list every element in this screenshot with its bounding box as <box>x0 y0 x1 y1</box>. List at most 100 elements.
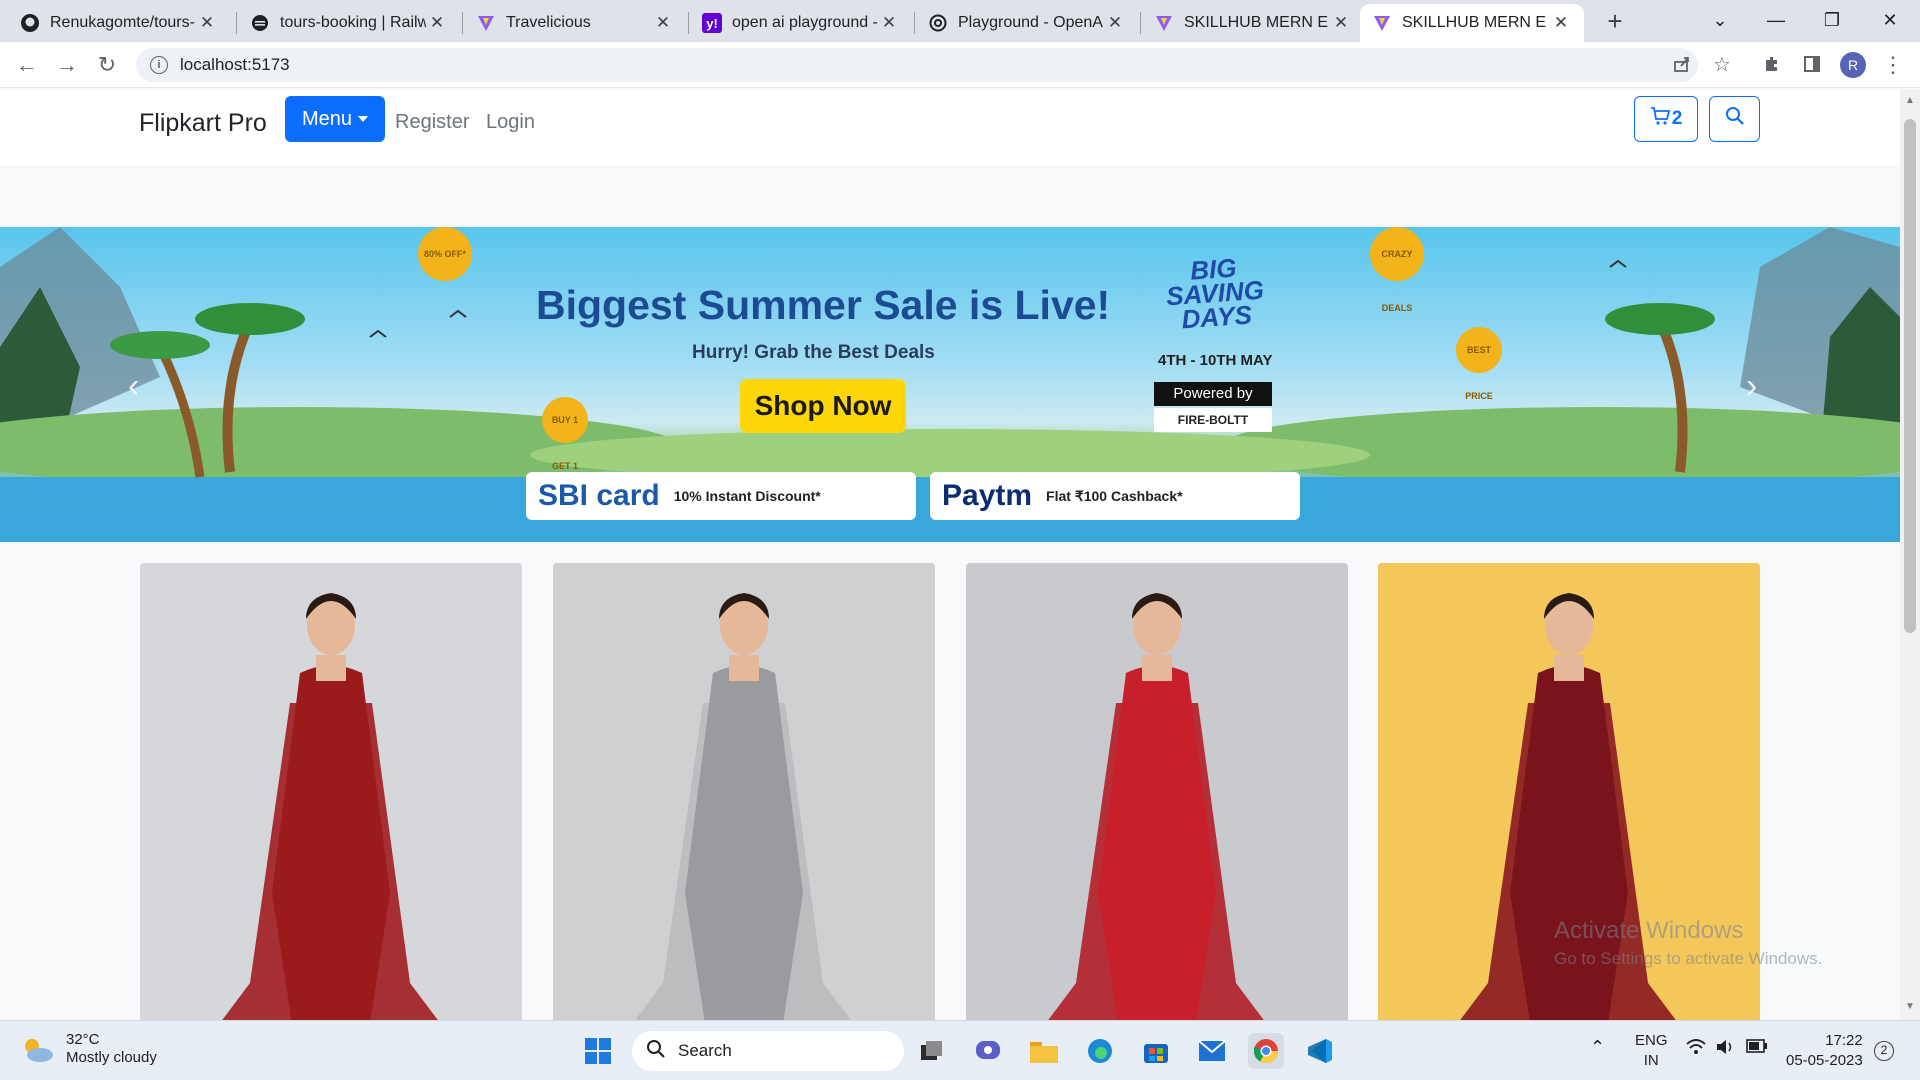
task-view-icon[interactable] <box>914 1033 950 1069</box>
shop-now-button[interactable]: Shop Now <box>740 379 906 433</box>
vite-icon <box>1154 13 1174 33</box>
teams-chat-icon[interactable] <box>970 1033 1006 1069</box>
sbi-offer-text: 10% Instant Discount* <box>673 488 821 504</box>
volume-icon[interactable] <box>1716 1039 1736 1059</box>
restore-icon[interactable]: ❐ <box>1804 0 1860 42</box>
cart-button[interactable]: 2 <box>1634 96 1698 142</box>
windows-start-icon[interactable] <box>580 1033 616 1069</box>
menu-dropdown-button[interactable]: Menu <box>285 96 385 142</box>
mail-icon[interactable] <box>1194 1033 1230 1069</box>
product-card[interactable] <box>966 563 1348 1020</box>
battery-icon[interactable] <box>1746 1039 1768 1057</box>
page-content: Flipkart Pro Menu Register Login 2 80% O… <box>0 89 1900 1020</box>
close-tab-icon[interactable]: ✕ <box>878 13 900 33</box>
sbi-offer-strip: SBI card 10% Instant Discount* <box>526 472 916 520</box>
carousel-next-icon[interactable]: › <box>1746 367 1757 406</box>
share-icon[interactable] <box>1666 48 1698 80</box>
vscode-icon[interactable] <box>1302 1033 1338 1069</box>
hero-carousel[interactable]: 80% OFF* CRAZY DEALS BUY 1 GET 1 BEST PR… <box>0 227 1900 542</box>
product-image <box>553 563 935 1020</box>
extensions-icon[interactable] <box>1756 48 1788 80</box>
tab-divider <box>1140 12 1141 34</box>
windows-taskbar: 32°C Mostly cloudy Search ⌃ ENG IN 17:22… <box>0 1020 1920 1080</box>
product-card[interactable] <box>140 563 522 1020</box>
forward-icon[interactable]: → <box>52 50 82 80</box>
chrome-icon[interactable] <box>1248 1033 1284 1069</box>
scrollbar-thumb[interactable] <box>1904 119 1916 633</box>
brand-logo[interactable]: Flipkart Pro <box>139 109 267 138</box>
url-text[interactable]: localhost:5173 <box>180 55 290 75</box>
neck-shape <box>1554 655 1584 681</box>
product-image <box>140 563 522 1020</box>
edge-browser-icon[interactable] <box>1082 1033 1118 1069</box>
paytm-logo: Paytm <box>942 479 1033 512</box>
scroll-down-icon[interactable]: ▼ <box>1905 1001 1915 1012</box>
browser-toolbar: ← → ↻ i localhost:5173 ☆ <box>0 42 1920 88</box>
product-card[interactable] <box>553 563 935 1020</box>
browser-tab[interactable]: Playground - OpenAI ✕ <box>916 4 1138 42</box>
region-code: IN <box>1643 1052 1659 1069</box>
back-icon[interactable]: ← <box>12 50 42 80</box>
wifi-icon[interactable] <box>1686 1039 1706 1059</box>
discount-coin: BEST PRICE <box>1456 327 1502 401</box>
browser-tab[interactable]: Travelicious ✕ <box>464 4 686 42</box>
railway-icon <box>250 13 270 33</box>
carousel-prev-icon[interactable]: ‹ <box>128 367 139 406</box>
close-tab-icon[interactable]: ✕ <box>652 13 674 33</box>
login-link[interactable]: Login <box>486 111 535 134</box>
tab-divider <box>236 12 237 34</box>
clock-date: 05-05-2023 <box>1786 1052 1863 1069</box>
side-panel-icon[interactable] <box>1796 48 1828 80</box>
tab-search-chevron-icon[interactable]: ⌄ <box>1692 0 1748 42</box>
taskbar-search[interactable]: Search <box>632 1031 904 1071</box>
weather-condition: Mostly cloudy <box>66 1049 157 1066</box>
tab-title: SKILLHUB MERN E CO <box>1184 14 1330 31</box>
system-clock[interactable]: 17:22 05-05-2023 <box>1786 1031 1863 1071</box>
browser-menu-icon[interactable]: ⋮ <box>1882 52 1904 78</box>
close-window-icon[interactable]: ✕ <box>1862 0 1918 42</box>
browser-tab[interactable]: y! open ai playground - ✕ <box>690 4 912 42</box>
cart-count: 2 <box>1671 108 1683 129</box>
new-tab-icon[interactable]: + <box>1598 6 1632 40</box>
temperature: 32°C <box>66 1031 100 1048</box>
browser-tab-active[interactable]: SKILLHUB MERN E CO ✕ <box>1360 4 1584 42</box>
profile-avatar[interactable]: R <box>1840 52 1866 78</box>
big-saving-days-badge: BIG SAVING DAYS <box>1158 252 1273 334</box>
bookmark-star-icon[interactable]: ☆ <box>1706 48 1738 80</box>
tab-title: tours-booking | Railw <box>280 14 426 31</box>
search-icon <box>646 1039 666 1064</box>
register-link[interactable]: Register <box>395 111 469 134</box>
close-tab-icon[interactable]: ✕ <box>1330 13 1352 33</box>
notification-badge[interactable]: 2 <box>1874 1041 1894 1061</box>
minimize-icon[interactable]: — <box>1748 0 1804 42</box>
vite-icon <box>1372 13 1392 33</box>
reload-icon[interactable]: ↻ <box>92 50 122 80</box>
weather-widget[interactable]: 32°C Mostly cloudy <box>20 1031 157 1067</box>
search-button[interactable] <box>1709 96 1760 142</box>
close-tab-icon[interactable]: ✕ <box>426 13 448 33</box>
address-bar[interactable]: i localhost:5173 <box>136 48 1698 82</box>
banner-title: Biggest Summer Sale is Live! <box>536 282 1111 328</box>
watermark-title: Activate Windows <box>1554 917 1744 944</box>
close-tab-icon[interactable]: ✕ <box>1104 13 1126 33</box>
page-scrollbar[interactable]: ▲ ▼ <box>1900 89 1920 1020</box>
site-info-icon[interactable]: i <box>150 56 168 74</box>
menu-label: Menu <box>301 107 353 130</box>
close-tab-icon[interactable]: ✕ <box>196 13 218 33</box>
browser-tab[interactable]: SKILLHUB MERN E CO ✕ <box>1142 4 1364 42</box>
close-tab-icon[interactable]: ✕ <box>1550 13 1572 33</box>
openai-icon <box>928 13 948 33</box>
language-indicator[interactable]: ENG IN <box>1635 1031 1668 1071</box>
banner-subtitle: Hurry! Grab the Best Deals <box>692 342 935 363</box>
show-hidden-icons-chevron-icon[interactable]: ⌃ <box>1590 1037 1605 1058</box>
browser-tab[interactable]: tours-booking | Railw ✕ <box>238 4 460 42</box>
clock-time: 17:22 <box>1825 1032 1863 1049</box>
microsoft-store-icon[interactable] <box>1138 1033 1174 1069</box>
paytm-offer-text: Flat ₹100 Cashback* <box>1046 487 1183 504</box>
tab-divider <box>914 12 915 34</box>
file-explorer-icon[interactable] <box>1026 1033 1062 1069</box>
tab-title: Travelicious <box>506 14 591 31</box>
scroll-up-icon[interactable]: ▲ <box>1905 95 1915 106</box>
browser-tab-bar: Renukagomte/tours-b ✕ tours-booking | Ra… <box>0 0 1920 42</box>
browser-tab[interactable]: Renukagomte/tours-b ✕ <box>8 4 230 42</box>
